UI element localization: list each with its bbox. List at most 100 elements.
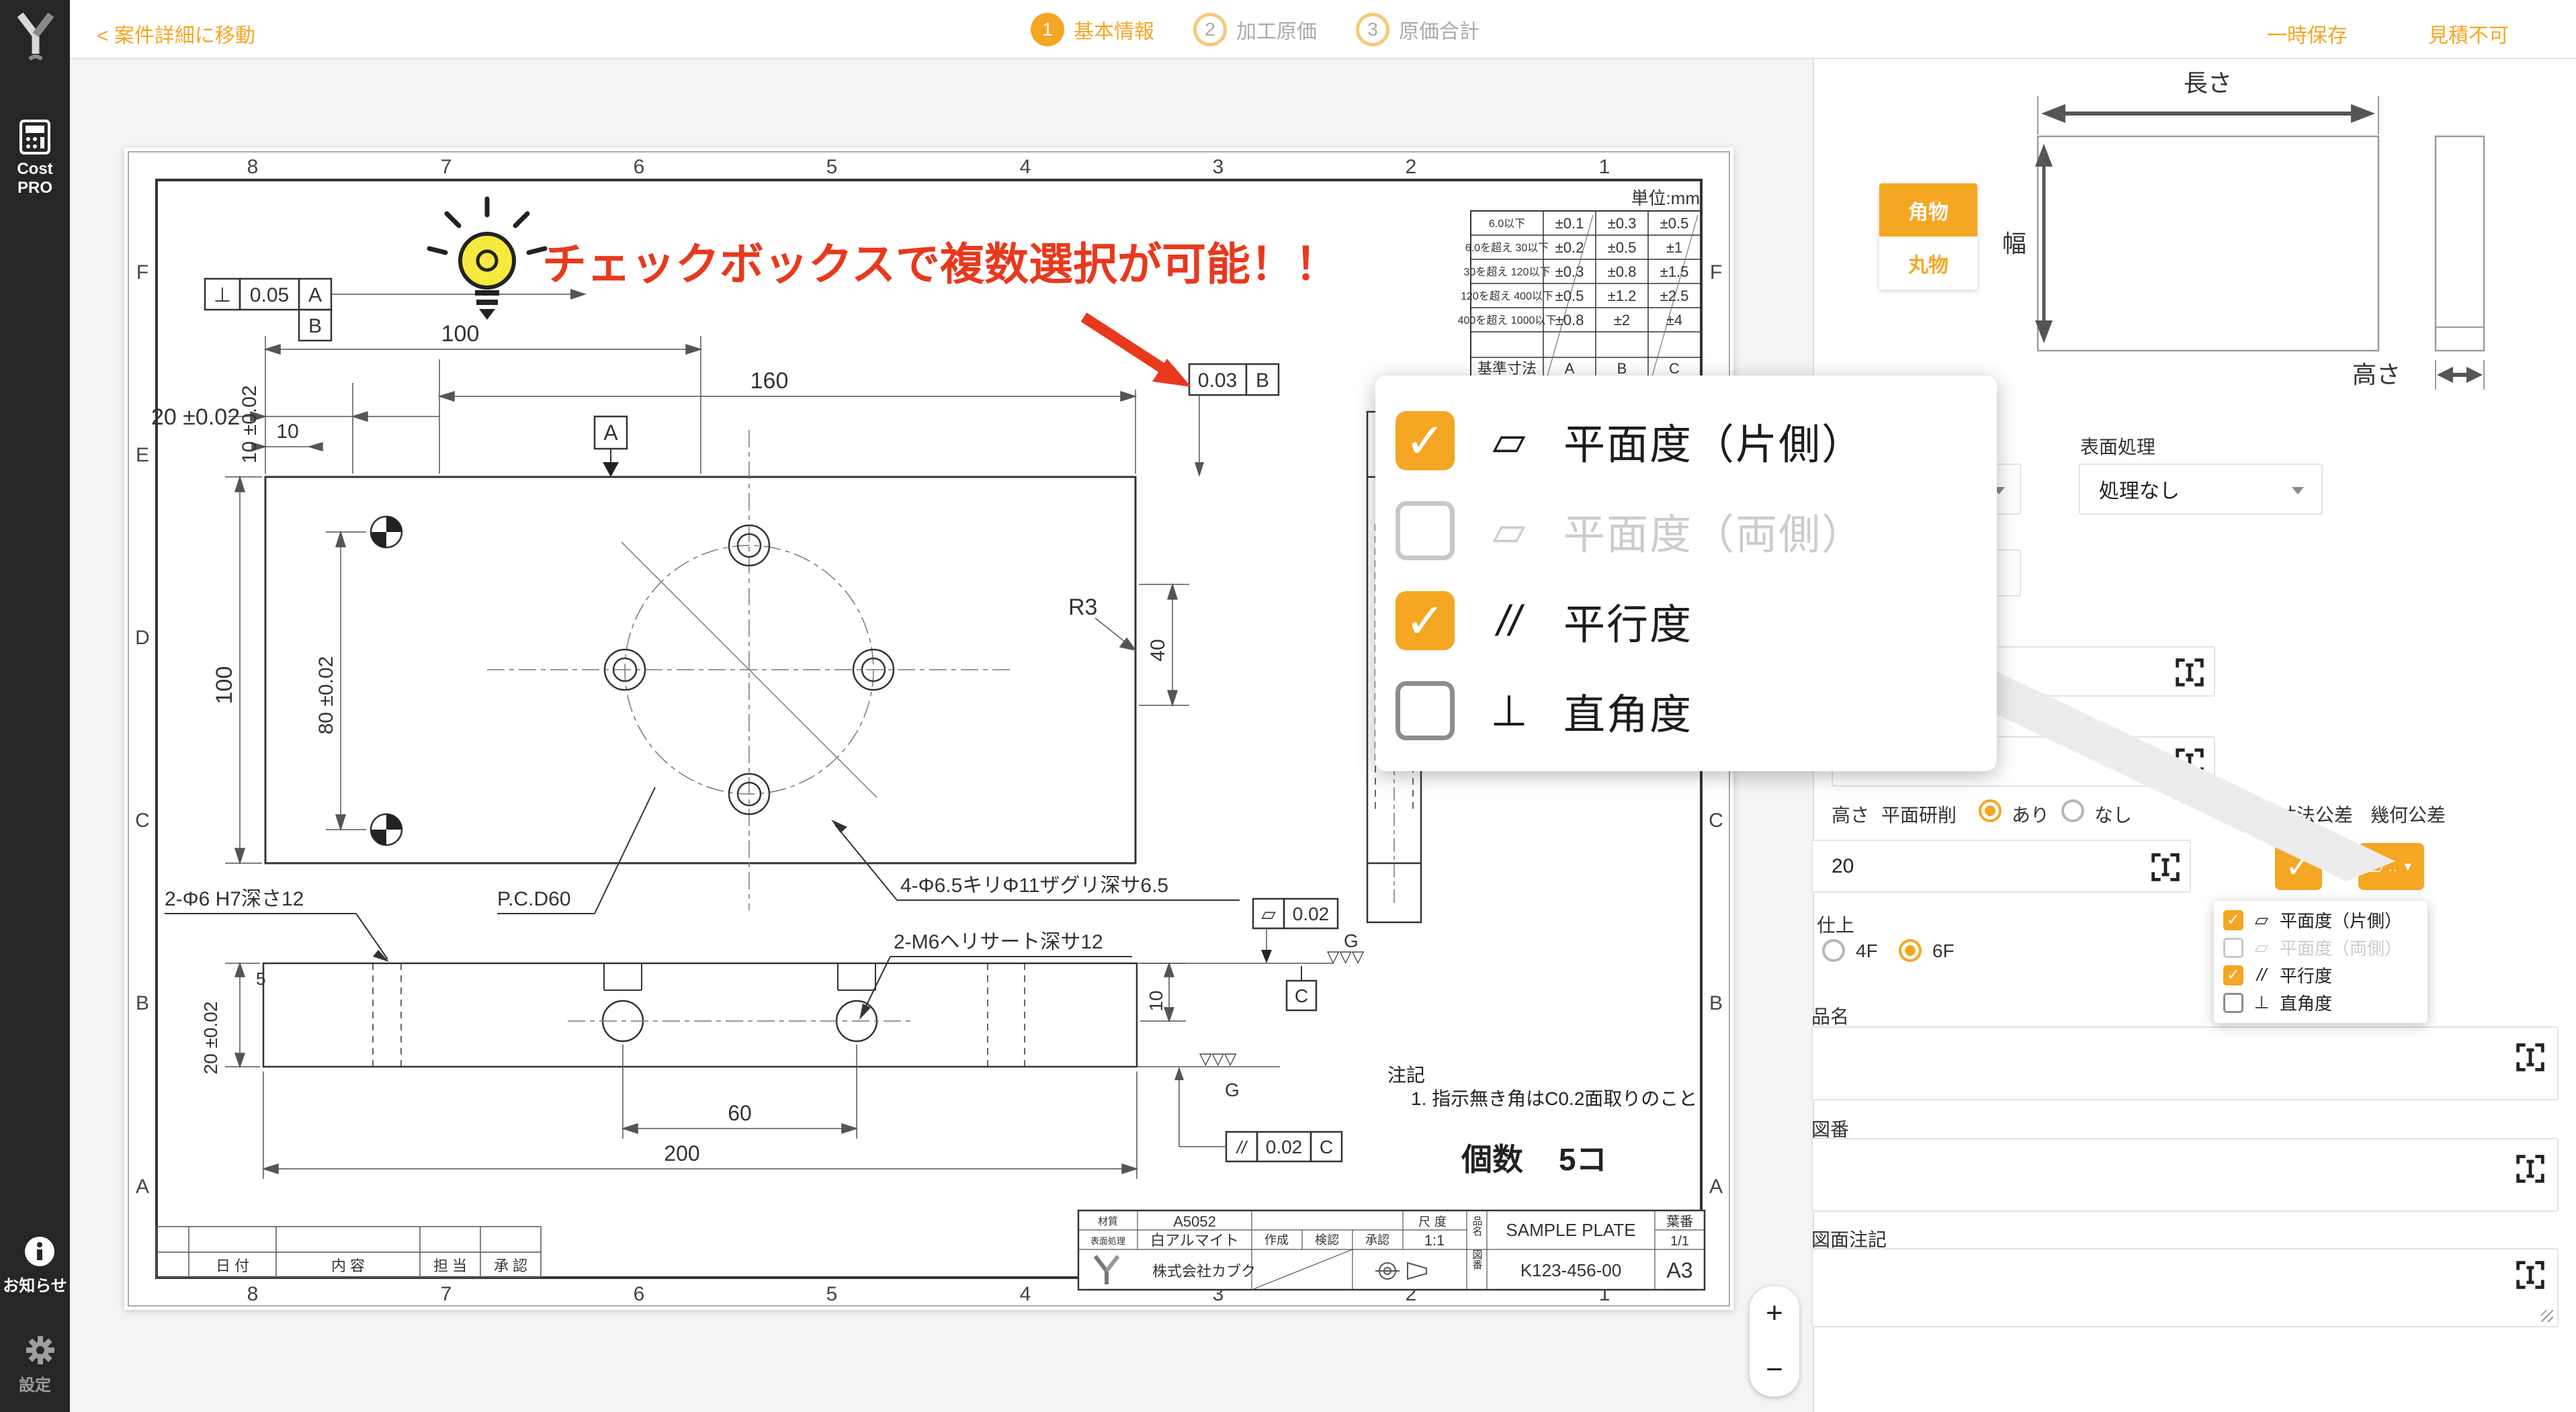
drawing-note-textarea[interactable] xyxy=(1811,1248,2559,1327)
step-machining-cost[interactable]: 2 加工原価 xyxy=(1193,13,1317,46)
perpendicularity-icon: ⊥ xyxy=(1479,686,1539,736)
top-actions: 一時保存 見積不可 xyxy=(2267,19,2509,48)
shape-square-button[interactable]: 角物 xyxy=(1879,183,1977,236)
svg-text:C: C xyxy=(1669,360,1680,377)
zoom-in-button[interactable]: + xyxy=(1766,1298,1783,1328)
svg-text:注記: 注記 xyxy=(1387,1065,1425,1086)
option-perpendicularity[interactable]: ⊥ 直角度 xyxy=(2223,989,2428,1016)
pick-from-drawing-icon[interactable] xyxy=(2516,1154,2545,1184)
diagram-height-label: 高さ xyxy=(2352,361,2401,388)
checkbox-checked-icon[interactable] xyxy=(2223,910,2243,930)
temp-save-link[interactable]: 一時保存 xyxy=(2267,19,2348,48)
surface-treatment-select[interactable]: 処理なし xyxy=(2079,464,2323,515)
svg-text:検認: 検認 xyxy=(1315,1233,1339,1247)
svg-text:G: G xyxy=(1225,1079,1240,1100)
product-name-label: 品名 xyxy=(1811,1002,1849,1029)
svg-text://: // xyxy=(1236,1137,1248,1157)
svg-text:単位:mm: 単位:mm xyxy=(1631,188,1700,208)
svg-text:SAMPLE PLATE: SAMPLE PLATE xyxy=(1506,1220,1635,1240)
svg-text:A5052: A5052 xyxy=(1173,1213,1216,1230)
svg-text:1:1: 1:1 xyxy=(1424,1232,1445,1249)
svg-text:±2: ±2 xyxy=(1614,312,1630,328)
option-parallelism[interactable]: // 平行度 xyxy=(2223,961,2428,989)
sidebar-item-notice[interactable]: お知らせ xyxy=(0,1272,70,1296)
svg-text:10 ±0.02: 10 ±0.02 xyxy=(239,385,261,464)
svg-text:▱: ▱ xyxy=(1261,903,1276,924)
back-to-case-link[interactable]: < 案件詳細に移動 xyxy=(97,19,255,48)
hole-callouts: 2-Φ6 H7深さ12 P.C.D60 4-Φ6.5キリΦ11ザグリ深サ6.5 … xyxy=(165,787,1240,1020)
finish-4f-radio[interactable] xyxy=(1822,939,1845,962)
checkbox-checked-icon[interactable] xyxy=(2223,965,2243,985)
svg-text:B: B xyxy=(1617,360,1627,377)
svg-text:0.03: 0.03 xyxy=(1198,369,1237,392)
tip-text: チェックボックスで複数選択が可能！！ xyxy=(542,239,1339,289)
dimension-tolerance-checkbox[interactable] xyxy=(2275,843,2322,890)
flatness-icon: ▱ xyxy=(2251,910,2272,930)
svg-text:P.C.D60: P.C.D60 xyxy=(497,888,571,910)
svg-text:日 付: 日 付 xyxy=(216,1257,249,1274)
step-2-circle: 2 xyxy=(1193,13,1227,46)
geometric-tolerance-dropdown: ▱ 平面度（片側） ▱ 平面度（両側） // 平行度 ⊥ 直角度 xyxy=(2214,901,2428,1023)
product-name-input[interactable] xyxy=(1811,1026,2559,1100)
pick-from-drawing-icon[interactable] xyxy=(2516,1043,2545,1072)
checkbox-unchecked-icon[interactable] xyxy=(1396,681,1455,740)
diagram-length-label: 長さ xyxy=(2184,69,2232,97)
popup-option-parallelism[interactable]: // 平行度 xyxy=(1396,576,1997,666)
svg-text:C: C xyxy=(1709,809,1723,832)
svg-text:±4: ±4 xyxy=(1666,312,1682,328)
svg-text:0.02: 0.02 xyxy=(1293,903,1330,924)
grinding-yes-radio[interactable] xyxy=(1979,799,2002,822)
surface-treatment-label: 表面処理 xyxy=(2080,433,2155,459)
checkbox-checked-icon[interactable] xyxy=(1396,411,1455,470)
svg-text:1/1: 1/1 xyxy=(1670,1234,1689,1249)
pick-from-drawing-icon[interactable] xyxy=(2516,1260,2545,1290)
step-basic-info[interactable]: 1 基本情報 xyxy=(1031,13,1154,46)
zoom-out-button[interactable]: − xyxy=(1766,1355,1783,1384)
svg-text:2: 2 xyxy=(1406,156,1417,178)
svg-text:葉番: 葉番 xyxy=(1666,1214,1693,1229)
sidebar-item-settings[interactable]: 設定 xyxy=(0,1372,70,1395)
svg-text:2-M6ヘリサート深サ12: 2-M6ヘリサート深サ12 xyxy=(894,931,1103,953)
svg-text:株式会社カブク: 株式会社カブク xyxy=(1152,1263,1256,1280)
svg-text:200: 200 xyxy=(664,1141,699,1165)
gear-icon[interactable] xyxy=(26,1335,55,1365)
finish-6f-radio[interactable] xyxy=(1899,939,1922,962)
resize-grip-icon[interactable] xyxy=(2541,1310,2553,1322)
checkbox-disabled-icon xyxy=(1396,501,1455,560)
quote-unavailable-link[interactable]: 見積不可 xyxy=(2428,19,2509,48)
tip-annotation: チェックボックスで複数選択が可能！！ xyxy=(429,199,1339,387)
option-flatness-one-side[interactable]: ▱ 平面度（片側） xyxy=(2223,906,2428,934)
grinding-no-radio[interactable] xyxy=(2061,799,2084,822)
zoom-control: + − xyxy=(1750,1286,1799,1397)
svg-text:▽▽▽: ▽▽▽ xyxy=(1199,1050,1237,1068)
checkbox-checked-icon[interactable] xyxy=(1396,591,1455,650)
checkbox-unchecked-icon[interactable] xyxy=(2223,993,2243,1013)
svg-text:±1.2: ±1.2 xyxy=(1608,288,1637,304)
height-input[interactable]: 20 xyxy=(1811,840,2191,893)
svg-text:C: C xyxy=(1295,985,1308,1006)
svg-text:B: B xyxy=(136,992,149,1014)
svg-text:担 当: 担 当 xyxy=(433,1257,467,1274)
popup-option-flatness-one-side[interactable]: ▱ 平面度（片側） xyxy=(1396,396,1997,486)
chevron-down-icon xyxy=(2292,487,2304,494)
option-flatness-both-sides: ▱ 平面度（両側） xyxy=(2223,934,2428,961)
pick-from-drawing-icon[interactable] xyxy=(2175,748,2204,777)
svg-text:7: 7 xyxy=(441,156,452,178)
popup-option-perpendicularity[interactable]: ⊥ 直角度 xyxy=(1396,666,1997,756)
pick-from-drawing-icon[interactable] xyxy=(2175,658,2204,687)
geometric-tolerance-dropdown-button[interactable]: ▱ .. ▼ xyxy=(2358,843,2424,890)
section-view xyxy=(263,963,1137,1067)
svg-text:5: 5 xyxy=(826,1283,838,1305)
drawing-number-input[interactable] xyxy=(1811,1138,2559,1212)
fcf-parallel-003: 0.03 B xyxy=(1189,364,1279,477)
shape-round-button[interactable]: 丸物 xyxy=(1879,236,1977,290)
svg-text:個数: 個数 xyxy=(1461,1142,1523,1177)
perpendicularity-icon: ⊥ xyxy=(2251,992,2272,1013)
calculator-icon[interactable] xyxy=(19,120,51,155)
tolerance-table: 単位:mm 6.0以下 6.0を超え 30以下 30を超え 120以下 120を… xyxy=(1458,188,1701,382)
svg-text:±0.3: ±0.3 xyxy=(1555,263,1584,280)
step-cost-total[interactable]: 3 原価合計 xyxy=(1356,13,1479,46)
svg-text:1. 指示無き角はC0.2面取りのこと: 1. 指示無き角はC0.2面取りのこと xyxy=(1411,1088,1697,1109)
info-icon[interactable] xyxy=(24,1236,55,1267)
pick-from-drawing-icon[interactable] xyxy=(2151,852,2180,882)
